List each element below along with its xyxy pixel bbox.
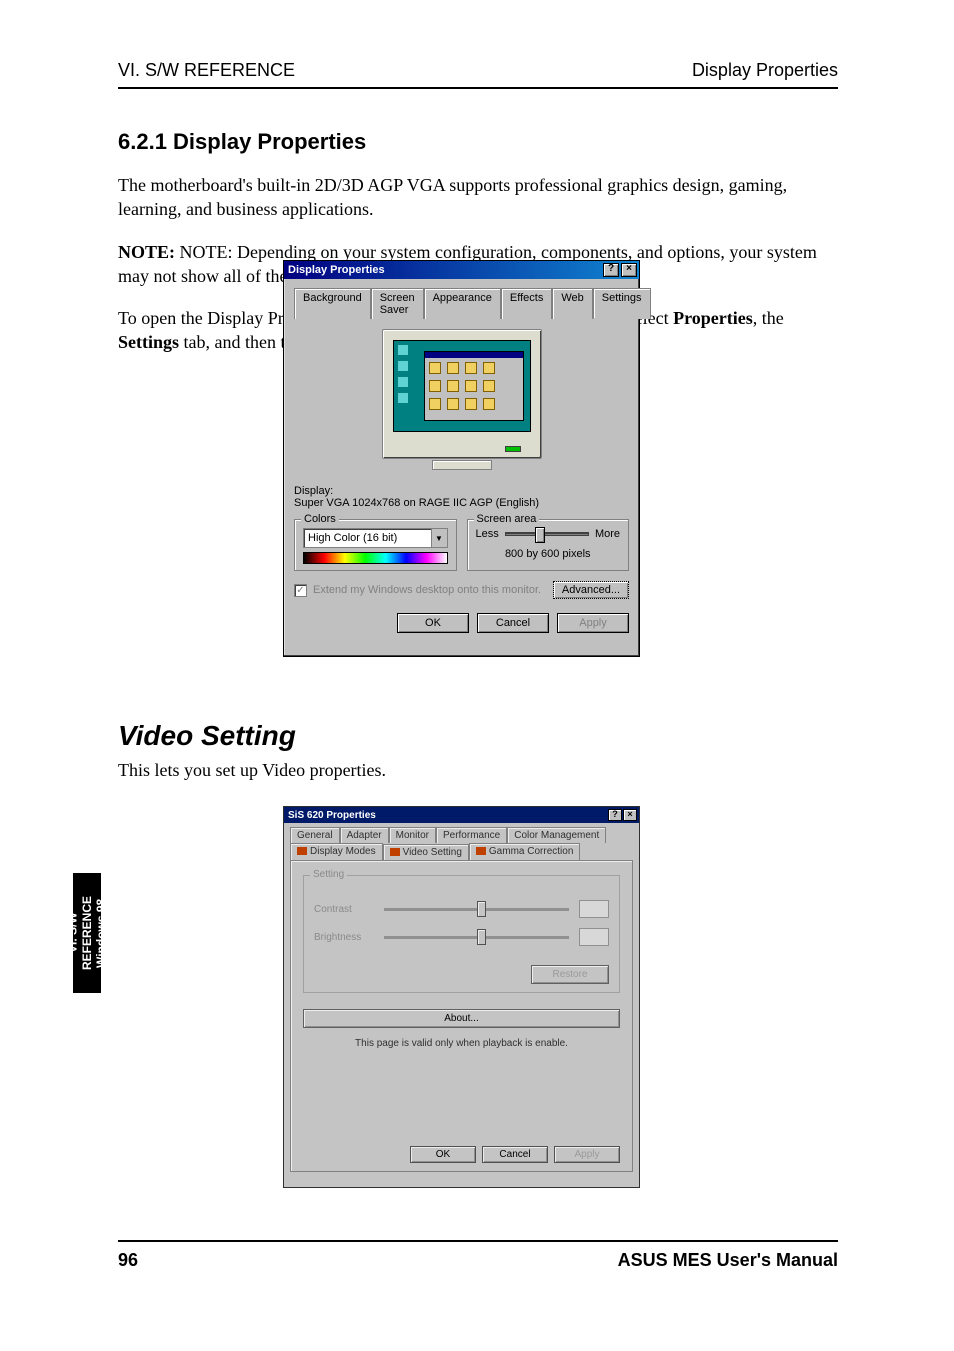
extend-checkbox[interactable]: ✓ <box>294 584 307 597</box>
sis-properties-dialog: SiS 620 Properties ? × General Adapter M… <box>283 806 640 1188</box>
ok-button[interactable]: OK <box>410 1146 476 1163</box>
chevron-down-icon[interactable]: ▼ <box>431 529 447 547</box>
sis-icon <box>390 848 400 856</box>
contrast-label: Contrast <box>314 904 374 915</box>
help-button[interactable]: ? <box>603 263 619 277</box>
colors-value: High Color (16 bit) <box>304 532 431 544</box>
cancel-button[interactable]: Cancel <box>477 613 549 633</box>
desktop-icon <box>398 377 408 387</box>
side-tab: VI. S/W REFERENCEWindows 98 <box>73 873 101 993</box>
desktop-icon <box>398 393 408 403</box>
tab-monitor[interactable]: Monitor <box>389 827 436 843</box>
screen-area-legend: Screen area <box>474 513 540 525</box>
help-button[interactable]: ? <box>608 809 622 821</box>
tab-color-management[interactable]: Color Management <box>507 827 606 843</box>
manual-title: ASUS MES User's Manual <box>618 1250 838 1271</box>
tabs: Background Screen Saver Appearance Effec… <box>294 287 629 319</box>
more-label: More <box>595 528 620 540</box>
tab-gamma-correction-label: Gamma Correction <box>489 846 573 857</box>
contrast-slider[interactable] <box>384 908 569 911</box>
sis-icon <box>476 847 486 855</box>
display-label: Display: <box>294 485 629 497</box>
apply-button[interactable]: Apply <box>557 613 629 633</box>
tab-adapter[interactable]: Adapter <box>340 827 389 843</box>
contrast-value <box>579 900 609 918</box>
close-button[interactable]: × <box>623 809 637 821</box>
restore-button[interactable]: Restore <box>531 965 609 984</box>
resolution-text: 800 by 600 pixels <box>476 548 621 560</box>
tab-settings[interactable]: Settings <box>593 288 651 319</box>
preview-window <box>424 351 524 421</box>
section-text-1: The motherboard's built-in 2D/3D AGP VGA… <box>118 173 838 222</box>
tab-screen-saver[interactable]: Screen Saver <box>371 288 424 319</box>
close-button[interactable]: × <box>621 263 637 277</box>
brightness-label: Brightness <box>314 932 374 943</box>
header-left: VI. S/W REFERENCE <box>118 60 295 81</box>
page-number: 96 <box>118 1250 138 1271</box>
advanced-button[interactable]: Advanced... <box>553 581 629 599</box>
slider-thumb[interactable] <box>535 527 545 543</box>
tab-performance[interactable]: Performance <box>436 827 507 843</box>
tab-effects[interactable]: Effects <box>501 288 552 319</box>
less-label: Less <box>476 528 499 540</box>
display-properties-dialog: Display Properties ? × Background Screen… <box>283 260 640 657</box>
tab-gamma-correction[interactable]: Gamma Correction <box>469 843 580 860</box>
colors-legend: Colors <box>301 513 339 525</box>
desktop-icon <box>398 345 408 355</box>
video-setting-heading: Video Setting <box>118 720 838 752</box>
video-setting-text: This lets you set up Video properties. <box>118 758 838 782</box>
screen-area-group: Screen area Less More 800 by 600 pixels <box>467 519 630 571</box>
about-button[interactable]: About... <box>303 1009 620 1028</box>
validity-note: This page is valid only when playback is… <box>303 1038 620 1049</box>
slider-thumb[interactable] <box>477 929 486 945</box>
display-value: Super VGA 1024x768 on RAGE IIC AGP (Engl… <box>294 497 629 509</box>
tab-display-modes[interactable]: Display Modes <box>290 843 383 860</box>
tab-web[interactable]: Web <box>552 288 592 319</box>
setting-legend: Setting <box>310 869 347 880</box>
tab-general[interactable]: General <box>290 827 340 843</box>
cancel-button[interactable]: Cancel <box>482 1146 548 1163</box>
tab-appearance[interactable]: Appearance <box>424 288 501 319</box>
tab-display-modes-label: Display Modes <box>310 846 376 857</box>
desktop-icon <box>398 361 408 371</box>
section-heading-1: 6.2.1 Display Properties <box>118 129 838 155</box>
brightness-slider[interactable] <box>384 936 569 939</box>
tab-background[interactable]: Background <box>294 288 371 319</box>
dialog-title: Display Properties <box>288 264 385 276</box>
extend-label: Extend my Windows desktop onto this moni… <box>313 584 541 596</box>
sis-icon <box>297 847 307 855</box>
apply-button[interactable]: Apply <box>554 1146 620 1163</box>
titlebar: SiS 620 Properties ? × <box>284 807 639 823</box>
brightness-value <box>579 928 609 946</box>
tab-video-setting[interactable]: Video Setting <box>383 844 469 861</box>
page-footer: 96 ASUS MES User's Manual <box>118 1240 838 1271</box>
color-spectrum <box>303 552 448 564</box>
tab-video-setting-label: Video Setting <box>403 847 462 858</box>
page-header: VI. S/W REFERENCE Display Properties <box>118 60 838 89</box>
monitor-preview <box>382 329 542 459</box>
resolution-slider[interactable] <box>505 532 589 536</box>
ok-button[interactable]: OK <box>397 613 469 633</box>
setting-group: Setting Contrast Brightness Restore <box>303 875 620 993</box>
titlebar: Display Properties ? × <box>284 261 639 279</box>
colors-combo[interactable]: High Color (16 bit) ▼ <box>303 528 448 548</box>
colors-group: Colors High Color (16 bit) ▼ <box>294 519 457 571</box>
header-right: Display Properties <box>692 60 838 81</box>
slider-thumb[interactable] <box>477 901 486 917</box>
dialog-title: SiS 620 Properties <box>288 810 376 821</box>
